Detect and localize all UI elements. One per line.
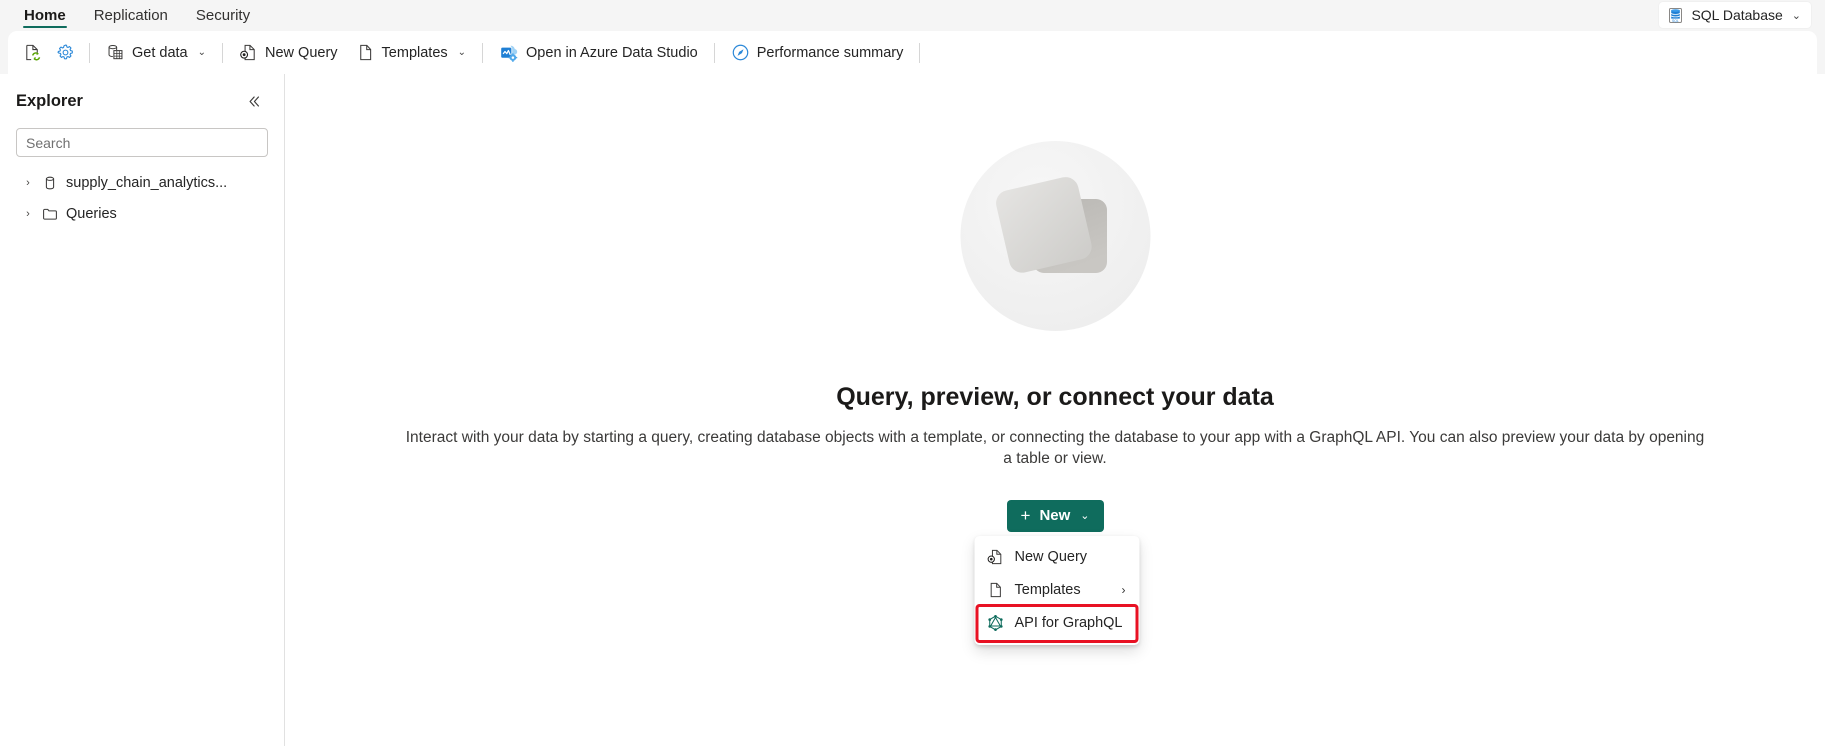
graphql-icon	[987, 614, 1005, 632]
tree-item-queries[interactable]: › Queries	[0, 198, 284, 229]
chevron-down-icon: ⌄	[1791, 9, 1801, 22]
explorer-sidebar: Explorer ›	[0, 74, 285, 746]
gauge-icon	[731, 43, 750, 62]
new-query-label: New Query	[265, 44, 338, 61]
template-page-icon	[356, 43, 375, 62]
open-in-azure-data-studio-button[interactable]: Open in Azure Data Studio	[490, 37, 707, 68]
folder-icon	[42, 206, 58, 222]
tab-security-label: Security	[195, 7, 251, 24]
explorer-header: Explorer	[0, 88, 284, 114]
template-page-icon	[987, 581, 1005, 599]
chevron-down-icon: ⌄	[197, 47, 207, 58]
sql-database-selector[interactable]: SQL SQL Database ⌄	[1659, 2, 1811, 28]
new-button-label: New	[1039, 507, 1071, 525]
get-data-button[interactable]: Get data ⌄	[97, 37, 215, 68]
get-data-label: Get data	[132, 44, 188, 61]
menu-item-new-query-label: New Query	[1014, 549, 1088, 566]
new-button[interactable]: + New ⌄	[1006, 499, 1104, 532]
settings-button[interactable]	[49, 37, 82, 68]
azure-data-studio-icon	[499, 43, 519, 63]
refresh-button[interactable]	[16, 37, 49, 68]
top-tab-strip: Home Replication Security SQL SQL Databa…	[0, 0, 1825, 31]
tab-home[interactable]: Home	[10, 0, 80, 31]
chevron-double-left-icon[interactable]	[242, 89, 266, 113]
toolbar-divider-2	[222, 42, 224, 63]
new-query-icon	[987, 548, 1005, 566]
main-body: Explorer ›	[0, 74, 1825, 746]
page-description: Interact with your data by starting a qu…	[405, 429, 1705, 468]
toolbar-divider-4	[713, 42, 715, 63]
toolbar-divider-1	[89, 42, 90, 63]
tab-home-label: Home	[24, 7, 66, 24]
expand-chevron-icon[interactable]: ›	[22, 208, 34, 220]
tree-item-database-label: supply_chain_analytics...	[66, 174, 228, 191]
svg-text:SQL: SQL	[1672, 19, 1679, 23]
toolbar-divider-3	[482, 42, 484, 63]
templates-button[interactable]: Templates ⌄	[347, 37, 475, 68]
overlapping-squares-illustration	[947, 136, 1164, 353]
tree-item-database[interactable]: › supply_chain_analytics...	[0, 167, 284, 198]
tree-item-queries-label: Queries	[66, 205, 117, 222]
performance-summary-button[interactable]: Performance summary	[722, 37, 913, 68]
chevron-down-icon: ⌄	[1080, 510, 1090, 523]
get-data-icon	[106, 43, 125, 62]
menu-item-api-for-graphql[interactable]: API for GraphQL	[975, 603, 1139, 643]
toolbar-container: Get data ⌄ New Query Templates ⌄ Open in…	[0, 31, 1825, 74]
command-toolbar: Get data ⌄ New Query Templates ⌄ Open in…	[8, 31, 1817, 74]
database-icon: SQL	[1667, 7, 1684, 24]
database-icon	[42, 175, 58, 191]
new-query-icon	[239, 43, 258, 62]
sql-database-label: SQL Database	[1691, 7, 1783, 23]
templates-label: Templates	[381, 44, 448, 61]
chevron-right-icon: ›	[1121, 583, 1126, 598]
expand-chevron-icon[interactable]: ›	[22, 177, 34, 189]
app-root: Home Replication Security SQL SQL Databa…	[0, 0, 1825, 746]
menu-item-api-for-graphql-label: API for GraphQL	[1014, 615, 1123, 632]
new-query-button[interactable]: New Query	[230, 37, 347, 68]
toolbar-divider-5	[919, 42, 921, 63]
search-input[interactable]	[26, 134, 258, 151]
menu-item-templates-label: Templates	[1014, 582, 1081, 599]
explorer-tree: › supply_chain_analytics... › Queries	[0, 167, 284, 229]
explorer-title: Explorer	[16, 91, 83, 110]
new-action-area: + New ⌄ New Query Templates › API for Gr…	[974, 499, 1140, 645]
menu-item-new-query[interactable]: New Query	[979, 541, 1136, 574]
new-dropdown-menu: New Query Templates › API for GraphQL	[974, 535, 1140, 645]
performance-summary-label: Performance summary	[756, 44, 904, 61]
search-box[interactable]	[16, 128, 268, 157]
chevron-down-icon: ⌄	[457, 47, 467, 58]
tab-replication-label: Replication	[93, 7, 168, 24]
plus-icon: +	[1020, 506, 1031, 526]
tab-replication[interactable]: Replication	[80, 0, 182, 31]
empty-state-content: Query, preview, or connect your data Int…	[285, 74, 1825, 746]
gear-icon	[56, 43, 75, 62]
open-in-azure-data-studio-label: Open in Azure Data Studio	[526, 44, 698, 61]
page-title: Query, preview, or connect your data	[836, 383, 1274, 411]
menu-item-templates[interactable]: Templates ›	[979, 574, 1136, 607]
tab-security[interactable]: Security	[182, 0, 264, 31]
refresh-page-icon	[23, 43, 42, 62]
